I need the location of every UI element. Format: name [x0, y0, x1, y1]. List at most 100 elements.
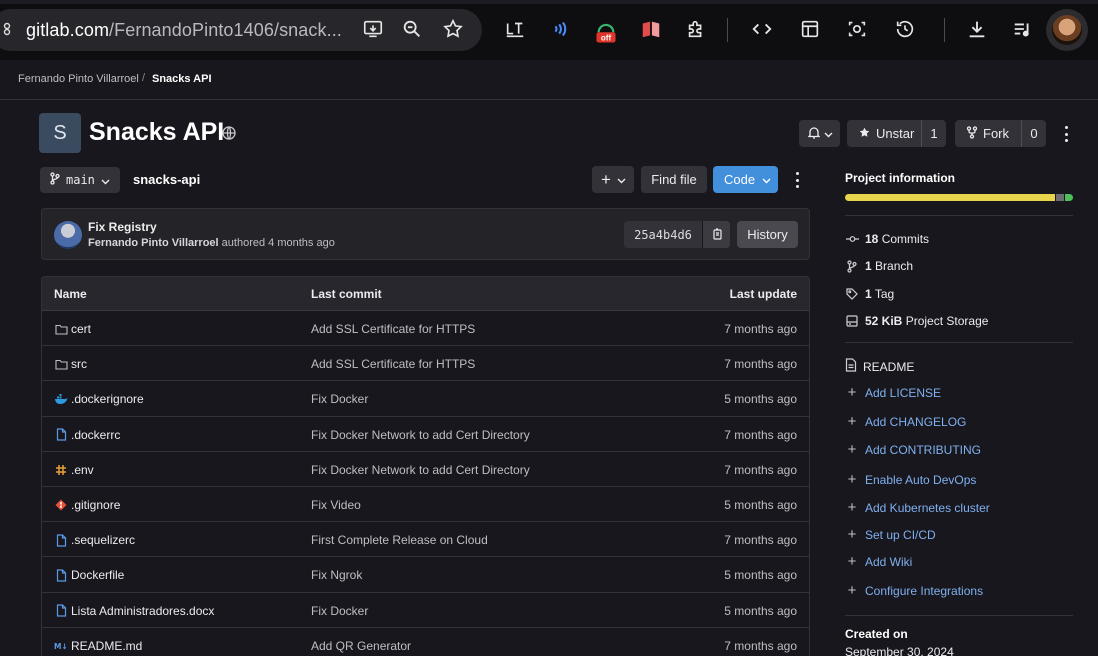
plus-icon: +	[847, 553, 857, 570]
table-row[interactable]: src Add SSL Certificate for HTTPS 7 months…	[42, 346, 809, 382]
fork-count[interactable]: 0	[1021, 120, 1046, 147]
commit-title[interactable]: Fix Registry	[88, 220, 157, 234]
plus-icon: +	[847, 413, 857, 430]
unstar-label: Unstar	[876, 126, 915, 141]
add-dropdown-button[interactable]: +	[592, 166, 634, 193]
file-last-commit-link[interactable]: First Complete Release on Cloud	[311, 533, 488, 547]
browser-profile-avatar[interactable]	[1046, 9, 1088, 51]
notifications-button[interactable]	[799, 120, 840, 147]
file-last-commit-link[interactable]: Fix Video	[311, 498, 361, 512]
site-info-icon[interactable]	[2, 22, 12, 39]
file-last-commit-link[interactable]: Fix Ngrok	[311, 568, 362, 582]
table-row[interactable]: Dockerfile Fix Ngrok 5 months ago	[42, 557, 809, 593]
sidebar-link-add-license[interactable]: + Add LICENSE	[845, 385, 941, 400]
file-name-link[interactable]: src	[71, 357, 87, 371]
table-row[interactable]: .gitignore Fix Video 5 months ago	[42, 486, 809, 523]
screenshot-icon[interactable]	[844, 16, 870, 42]
media-control-icon[interactable]	[1010, 16, 1036, 42]
file-last-commit-link[interactable]: Fix Docker	[311, 392, 368, 406]
reader-extension-icon[interactable]	[638, 16, 664, 42]
history-icon[interactable]	[892, 16, 918, 42]
extensions-puzzle-icon[interactable]	[683, 16, 709, 42]
browser-toolbar: gitlab.com/FernandoPinto1406/snack... of…	[0, 0, 1098, 60]
zoom-icon[interactable]	[399, 16, 425, 42]
bookmark-star-icon[interactable]	[440, 16, 466, 42]
history-button[interactable]: History	[737, 221, 798, 248]
url-text[interactable]: gitlab.com/FernandoPinto1406/snack...	[26, 20, 342, 41]
file-name-link[interactable]: Dockerfile	[71, 568, 124, 582]
file-name-link[interactable]: README.md	[71, 639, 142, 653]
code-view-icon[interactable]	[749, 16, 775, 42]
stat-label: Project Storage	[905, 314, 989, 328]
downloads-icon[interactable]	[964, 16, 990, 42]
avatar[interactable]	[54, 221, 82, 249]
tab-layout-icon[interactable]	[797, 16, 823, 42]
table-row[interactable]: .sequelizerc First Complete Release on Cl…	[42, 522, 809, 558]
profile-photo	[1052, 15, 1082, 45]
readme-link[interactable]: README	[845, 358, 914, 375]
unstar-button[interactable]: Unstar	[847, 126, 921, 142]
file-last-commit-link[interactable]: Add QR Generator	[311, 639, 411, 653]
file-name-link[interactable]: Lista Administradores.docx	[71, 604, 214, 618]
repo-path-breadcrumb[interactable]: snacks-api	[133, 172, 200, 187]
file-icon	[54, 428, 68, 442]
sidebar-link-configure-integrations[interactable]: + Configure Integrations	[845, 583, 984, 598]
project-avatar: S	[39, 113, 81, 153]
copy-sha-button[interactable]	[702, 221, 730, 248]
file-name-link[interactable]: .sequelizerc	[71, 533, 135, 547]
sidebar-link-label: Add Kubernetes cluster	[865, 501, 990, 515]
file-last-commit-link[interactable]: Add SSL Certificate for HTTPS	[311, 322, 475, 336]
sidebar-link-add-changelog[interactable]: + Add CHANGELOG	[845, 413, 967, 430]
find-file-button[interactable]: Find file	[641, 166, 707, 193]
file-name-link[interactable]: .gitignore	[71, 498, 120, 512]
table-row[interactable]: .env Fix Docker Network to add Cert Direc…	[42, 451, 809, 487]
table-row[interactable]: M↓ README.md Add QR Generator 7 months ago	[42, 627, 809, 656]
public-globe-icon	[221, 125, 237, 141]
sidebar-link-set-up-ci-cd[interactable]: + Set up CI/CD	[845, 527, 936, 542]
sidebar-link-add-contributing[interactable]: + Add CONTRIBUTING	[845, 442, 981, 457]
sidebar-link-add-kubernetes-cluster[interactable]: + Add Kubernetes cluster	[845, 500, 990, 515]
file-name-link[interactable]: .dockerignore	[71, 392, 144, 406]
sidebar-link-add-wiki[interactable]: + Add Wiki	[845, 553, 913, 570]
fork-button[interactable]: Fork	[955, 125, 1021, 142]
language-bar[interactable]	[845, 194, 1073, 201]
languagetool-extension-icon[interactable]	[502, 16, 528, 42]
repo-more-actions-icon[interactable]	[790, 170, 804, 190]
language-segment	[845, 194, 1056, 201]
table-row[interactable]: cert Add SSL Certificate for HTTPS 7 month…	[42, 311, 809, 347]
project-stat-branch[interactable]: 1 Branch	[845, 259, 913, 273]
install-app-icon[interactable]	[360, 16, 386, 42]
sidebar-link-label: Configure Integrations	[865, 584, 984, 598]
chevron-down-icon	[824, 126, 833, 141]
project-stat-commits[interactable]: 18 Commits	[845, 232, 929, 246]
dark-mode-extension-icon[interactable]: off	[592, 18, 620, 48]
file-last-commit-link[interactable]: Fix Docker Network to add Cert Directory	[311, 428, 530, 442]
nfc-extension-icon[interactable]	[548, 16, 574, 42]
code-dropdown-button[interactable]: Code	[713, 166, 778, 193]
project-stat-project-storage[interactable]: 52 KiB Project Storage	[845, 314, 988, 328]
commit-icon	[845, 232, 859, 246]
commit-sha[interactable]: 25a4b4d6	[624, 228, 702, 242]
file-last-commit-link[interactable]: Fix Docker Network to add Cert Directory	[311, 463, 530, 477]
commit-author[interactable]: Fernando Pinto Villarroel	[88, 237, 219, 249]
project-stat-tag[interactable]: 1 Tag	[845, 287, 894, 301]
table-row[interactable]: .dockerignore Fix Docker 5 months ago	[42, 381, 809, 417]
breadcrumb-project[interactable]: Snacks API	[152, 73, 212, 85]
file-name-link[interactable]: cert	[71, 322, 91, 336]
project-more-actions-icon[interactable]	[1059, 124, 1073, 144]
star-count[interactable]: 1	[921, 120, 946, 147]
code-button-label: Code	[724, 172, 756, 187]
stat-text: 18 Commits	[865, 232, 929, 246]
breadcrumb-owner[interactable]: Fernando Pinto Villarroel	[18, 73, 139, 85]
file-last-commit-link[interactable]: Add SSL Certificate for HTTPS	[311, 357, 475, 371]
created-on-label: Created on	[845, 627, 908, 641]
branch-selector[interactable]: main	[40, 167, 120, 193]
file-last-commit-link[interactable]: Fix Docker	[311, 604, 368, 618]
table-row[interactable]: Lista Administradores.docx Fix Docker 5 mo…	[42, 592, 809, 628]
file-name-link[interactable]: .dockerrc	[71, 428, 120, 442]
file-name-link[interactable]: .env	[71, 463, 94, 477]
sidebar-link-enable-auto-devops[interactable]: + Enable Auto DevOps	[845, 472, 977, 487]
project-information-heading[interactable]: Project information	[845, 171, 955, 185]
table-row[interactable]: .dockerrc Fix Docker Network to add Cert …	[42, 416, 809, 452]
sidebar-link-label: Add Wiki	[865, 555, 913, 569]
